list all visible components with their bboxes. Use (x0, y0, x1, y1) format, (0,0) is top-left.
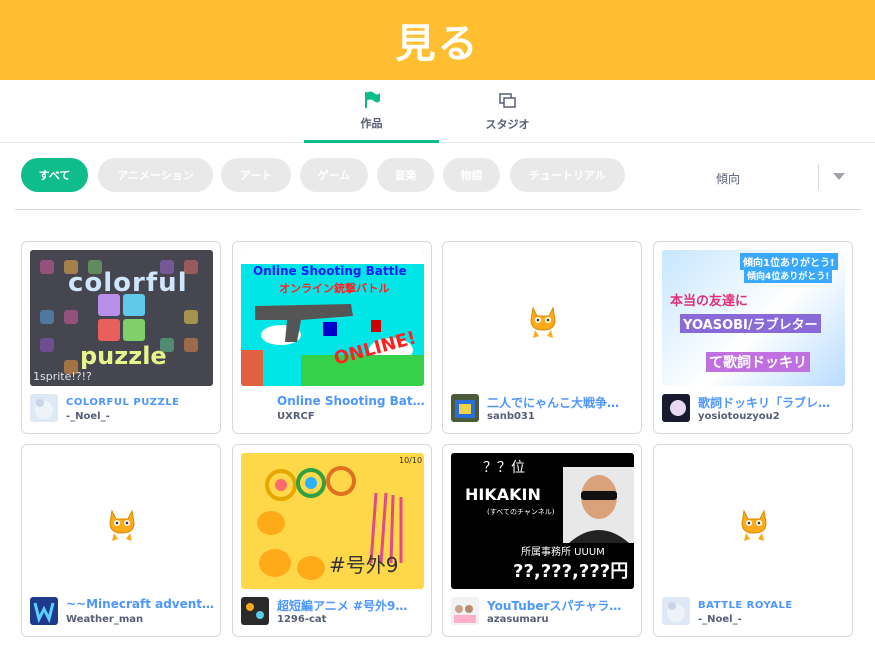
project-card[interactable]: BATTLE ROYALE -_Noel_- (653, 444, 853, 637)
project-title[interactable]: 歌詞ドッキリ「ラブレ… (698, 394, 848, 411)
thumbnail-text: 本当の友達に (670, 294, 749, 309)
scratch-cat-icon (741, 509, 767, 541)
avatar[interactable] (241, 394, 269, 422)
thumbnail-text: 傾向4位ありがとう! (744, 268, 833, 283)
filter-story[interactable]: 物語 (443, 158, 500, 192)
thumbnail-text: HIKAKIN (465, 485, 541, 504)
sort-select[interactable]: 傾向 (700, 160, 860, 194)
thumbnail-text: colorful (68, 268, 188, 298)
project-title[interactable]: ~~Minecraft adventu… (66, 597, 216, 611)
scratch-cat-icon (109, 509, 135, 541)
avatar-image (667, 602, 685, 622)
avatar-image (455, 400, 475, 418)
thumbnail-text: て歌詞ドッキリ (706, 352, 810, 372)
project-thumbnail[interactable]: ？？位 HIKAKIN (すべてのチャンネル) 所属事務所 UUUM ??,??… (451, 453, 634, 589)
avatar[interactable] (241, 597, 269, 625)
thumbnail-text: 所属事務所 UUUM (521, 547, 605, 558)
avatar-image (670, 400, 686, 416)
project-title[interactable]: COLORFUL PUZZLE (66, 397, 216, 408)
avatar[interactable] (662, 394, 690, 422)
project-author[interactable]: -_Noel_- (698, 614, 742, 625)
project-card[interactable]: colorful puzzle 1sprite!?!? COLORFUL PUZ… (21, 241, 221, 434)
avatar[interactable] (451, 597, 479, 625)
thumbnail-text: ??,???,???円 (513, 561, 629, 582)
avatar-image (33, 602, 55, 624)
flag-icon (364, 91, 380, 108)
avatar-image (35, 399, 53, 419)
avatar[interactable] (662, 597, 690, 625)
tab-bar: 作品 スタジオ (0, 80, 875, 143)
sort-value: 傾向 (716, 172, 741, 186)
avatar-image (246, 603, 264, 619)
thumbnail-text: 10/10 (399, 456, 423, 465)
project-title[interactable]: BATTLE ROYALE (698, 600, 848, 611)
tab-projects[interactable]: 作品 (304, 80, 439, 143)
filter-tutorial[interactable]: チュートリアル (510, 158, 625, 192)
project-title[interactable]: 二人でにゃんこ大戦争… (487, 394, 637, 411)
project-card[interactable]: ？？位 HIKAKIN (すべてのチャンネル) 所属事務所 UUUM ??,??… (442, 444, 642, 637)
tab-studios-label: スタジオ (485, 118, 530, 131)
project-author[interactable]: azasumaru (487, 614, 549, 625)
divider (15, 209, 861, 210)
avatar-image (454, 605, 476, 623)
filter-all[interactable]: すべて (21, 158, 88, 192)
project-thumbnail[interactable] (30, 453, 213, 589)
project-card[interactable]: 二人でにゃんこ大戦争… sanb031 (442, 241, 642, 434)
project-title[interactable]: Online Shooting Batt… (277, 394, 427, 408)
project-author[interactable]: yosiotouzyou2 (698, 411, 780, 422)
thumbnail-text: Online Shooting Battle (253, 264, 407, 278)
project-card[interactable]: 傾向1位ありがとう! 傾向4位ありがとう! 本当の友達に YOASOBI/ラブレ… (653, 241, 853, 434)
project-title[interactable]: 超短編アニメ #号外9… (277, 597, 427, 614)
thumbnail-text: ？？位 (483, 460, 525, 476)
thumbnail-text: YOASOBI/ラブレター (680, 314, 821, 333)
project-card[interactable]: Online Shooting Battle オンライン銃撃バトル ONLINE… (232, 241, 432, 434)
chevron-down-icon[interactable] (833, 173, 845, 180)
project-thumbnail[interactable]: 傾向1位ありがとう! 傾向4位ありがとう! 本当の友達に YOASOBI/ラブレ… (662, 250, 845, 386)
scratch-cat-icon (530, 306, 556, 338)
filter-animation[interactable]: アニメーション (98, 158, 213, 192)
project-card[interactable]: ~~Minecraft adventu… Weather_man (21, 444, 221, 637)
project-thumbnail[interactable] (662, 453, 845, 589)
thumbnail-art (569, 475, 629, 543)
studio-icon (498, 93, 516, 108)
project-title[interactable]: YouTuberスパチャラ… (487, 597, 637, 614)
project-card[interactable]: 10/10 #号外9 超短編アニメ #号外9… 1296-cat (232, 444, 432, 637)
project-thumbnail[interactable]: colorful puzzle 1sprite!?!? (30, 250, 213, 386)
thumbnail-text: オンライン銃撃バトル (279, 282, 390, 295)
project-thumbnail[interactable]: 10/10 #号外9 (241, 453, 424, 589)
tab-studios[interactable]: スタジオ (440, 80, 575, 143)
project-thumbnail[interactable] (451, 250, 634, 386)
filter-game[interactable]: ゲーム (300, 158, 368, 192)
avatar[interactable] (30, 394, 58, 422)
project-author[interactable]: 1296-cat (277, 614, 326, 625)
project-thumbnail[interactable]: Online Shooting Battle オンライン銃撃バトル ONLINE… (241, 250, 424, 386)
thumbnail-text: #号外9 (329, 553, 399, 577)
thumbnail-text: puzzle (80, 342, 167, 370)
project-author[interactable]: Weather_man (66, 614, 143, 625)
page-banner: 見る (0, 0, 875, 80)
avatar[interactable] (30, 597, 58, 625)
sort-divider (818, 164, 819, 190)
avatar[interactable] (451, 394, 479, 422)
thumbnail-text: 1sprite!?!? (33, 370, 92, 383)
project-author[interactable]: UXRCF (277, 411, 315, 422)
project-author[interactable]: sanb031 (487, 411, 535, 422)
tab-projects-label: 作品 (360, 116, 383, 130)
filter-music[interactable]: 音楽 (377, 158, 434, 192)
thumbnail-photo (563, 467, 634, 543)
thumbnail-text: (すべてのチャンネル) (487, 508, 555, 516)
filter-art[interactable]: アート (221, 158, 291, 192)
page-title: 見る (395, 21, 480, 67)
project-author[interactable]: -_Noel_- (66, 411, 110, 422)
